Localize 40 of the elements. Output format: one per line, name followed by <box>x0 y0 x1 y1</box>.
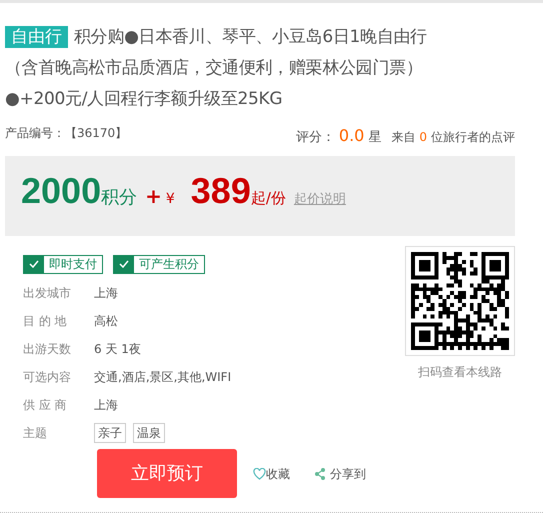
favorite-link[interactable]: 收藏 <box>253 464 290 482</box>
product-code-label: 产品编号： <box>5 126 65 140</box>
check-icon <box>29 260 39 268</box>
feature-badge: 可产生积分 <box>113 254 205 274</box>
check-icon <box>119 260 129 268</box>
currency-sign: ¥ <box>166 190 175 209</box>
heart-icon <box>253 468 266 480</box>
detail-label: 目 的 地 <box>23 313 68 330</box>
category-tag: 自由行 <box>5 26 68 48</box>
detail-label: 出游天数 <box>23 341 72 358</box>
product-title-line: ●+200元/人回程行李额升级至25KG <box>5 89 282 109</box>
qr-caption: 扫码查看本线路 <box>418 364 502 381</box>
theme-tag[interactable]: 温泉 <box>133 423 165 443</box>
review-suffix: 位旅行者的点评 <box>431 129 515 146</box>
product-title-line: 积分购●日本香川、琴平、小豆岛6日1晚自由行 <box>74 27 427 47</box>
points-unit: 积分 <box>101 186 138 210</box>
share-link[interactable]: 分享到 <box>314 464 366 482</box>
detail-value: 高松 <box>94 313 118 330</box>
review-prefix: 来自 <box>391 129 416 146</box>
feature-badge: 即时支付 <box>23 254 103 274</box>
plus-sign: + <box>145 183 162 210</box>
rating-unit: 星 <box>368 129 382 147</box>
detail-value: 交通,酒店,景区,其他,WIFI <box>94 369 232 386</box>
product-title-line: （含首晚高松市品质酒店，交通便利，赠栗林公园门票） <box>5 58 423 78</box>
cash-price: 389 <box>190 170 251 212</box>
share-icon <box>314 468 326 480</box>
rating-value: 0.0 <box>338 125 364 147</box>
points-price: 2000 <box>21 170 102 212</box>
detail-label: 主题 <box>23 425 48 442</box>
price-unit: 起/份 <box>250 188 286 209</box>
rating-label: 评分： <box>296 129 335 147</box>
detail-value: 上海 <box>94 285 118 302</box>
product-code: 【36170】 <box>65 126 128 140</box>
detail-value: 6 天 1夜 <box>94 341 141 358</box>
detail-label: 供 应 商 <box>23 397 68 414</box>
detail-value: 上海 <box>94 397 118 414</box>
detail-label: 可选内容 <box>23 369 72 386</box>
review-count: 0 <box>419 129 427 146</box>
detail-label: 出发城市 <box>23 285 72 302</box>
theme-tag[interactable]: 亲子 <box>94 423 126 443</box>
